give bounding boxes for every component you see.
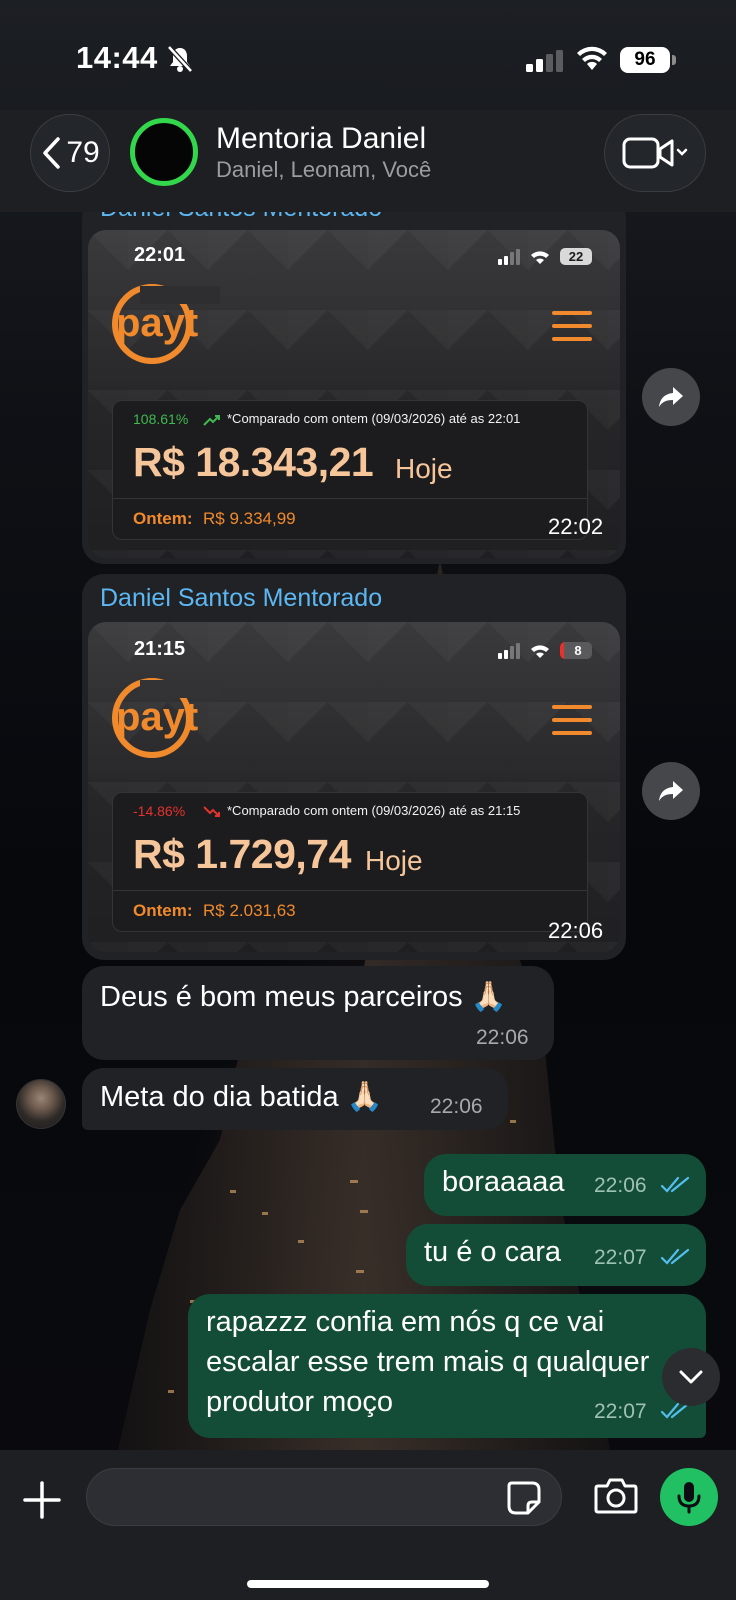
status-time: 14:44 [76,40,158,75]
camera-icon[interactable] [594,1476,638,1516]
screenshot-time: 21:15 [134,638,186,660]
message-text: tu é o cara [424,1236,562,1268]
outgoing-message-bubble[interactable]: tu é o cara 22:07 [406,1224,706,1286]
percent-change: -14.86% [133,803,186,819]
back-button[interactable]: 79 [30,114,110,192]
message-time: 22:06 [430,1095,483,1118]
message-text-line: produtor moço [206,1386,393,1418]
message-time: 22:06 [548,918,604,943]
chevron-left-icon [43,137,61,169]
payt-screenshot-image[interactable]: 21:15 8 payt -14.86% *Comparado com onte… [88,622,620,952]
yesterday-value: R$ 9.334,99 [203,509,296,528]
comparison-note: *Comparado com ontem (09/03/2026) até as… [227,803,521,818]
image-message-bubble[interactable]: Daniel Santos Mentorado 22:01 22 payt 10… [82,194,626,564]
message-input[interactable] [86,1468,562,1526]
message-time: 22:02 [548,514,604,539]
outgoing-message-bubble[interactable]: rapazzz confia em nós q ce vai escalar e… [188,1294,706,1438]
message-time: 22:06 [594,1174,647,1197]
share-arrow-icon [659,781,683,801]
percent-change: 108.61% [133,411,189,427]
sender-name: Daniel Santos Mentorado [100,584,383,612]
message-text-line: escalar esse trem mais q qualquer [206,1346,650,1378]
screenshot-battery: 22 [560,248,592,265]
payt-logo: payt [112,284,220,364]
incoming-message-bubble[interactable]: Meta do dia batida 🙏🏻 22:06 [82,1068,508,1130]
sales-amount: R$ 18.343,21 [133,439,374,485]
screenshot-battery: 8 [560,642,592,659]
read-receipt-icon [660,1248,690,1265]
forward-button[interactable] [642,368,700,426]
sales-amount: R$ 1.729,74 [133,831,351,877]
payt-screenshot-image[interactable]: 22:01 22 payt 108.61% *Comparado com ont… [88,230,620,558]
yesterday-label: Ontem: [133,901,193,920]
chevron-down-icon [679,1370,703,1384]
trend-up-icon [203,415,220,426]
share-arrow-icon [659,387,683,407]
panel-divider [113,498,587,499]
outgoing-message-bubble[interactable]: boraaaaa 22:06 [424,1154,706,1216]
forward-button[interactable] [642,762,700,820]
composer-bar [0,1450,736,1600]
chat-header-content: 79 Mentoria Daniel Daniel, Leonam, Você [0,110,736,212]
sales-panel: 108.61% *Comparado com ontem (09/03/2026… [112,400,588,540]
message-time: 22:07 [594,1246,647,1269]
scroll-to-bottom-button[interactable] [662,1348,720,1406]
message-time: 22:06 [476,1026,529,1049]
payt-logo-text: payt [116,695,198,739]
yesterday-value: R$ 2.031,63 [203,901,296,920]
sender-avatar[interactable] [16,1079,66,1129]
chat-members[interactable]: Daniel, Leonam, Você [216,157,431,183]
sticker-icon[interactable] [506,1480,542,1516]
comparison-note: *Comparado com ontem (09/03/2026) até as… [227,411,521,426]
message-text: boraaaaa [442,1166,565,1198]
payt-logo-text: payt [116,301,198,345]
incoming-message-bubble[interactable]: Deus é bom meus parceiros 🙏🏻 22:06 [82,966,554,1060]
status-bar: 14:44 96 [0,0,736,110]
message-text: Meta do dia batida 🙏🏻 [100,1081,383,1113]
chat-title[interactable]: Mentoria Daniel [216,122,426,156]
message-time: 22:07 [594,1400,647,1423]
plus-icon[interactable] [22,1480,62,1520]
group-avatar[interactable] [130,118,198,186]
hamburger-menu-icon [552,705,592,735]
image-message-bubble[interactable]: Daniel Santos Mentorado 21:15 8 payt -14… [82,574,626,960]
today-label: Hoje [395,453,453,484]
microphone-icon [677,1482,701,1514]
payt-logo: payt [112,678,220,758]
message-text-line: rapazzz confia em nós q ce vai [206,1306,605,1338]
sales-panel: -14.86% *Comparado com ontem (09/03/2026… [112,792,588,932]
screenshot-time: 22:01 [134,244,186,266]
bell-slash-icon [167,45,193,73]
read-receipt-icon [660,1176,690,1193]
panel-divider [113,890,587,891]
microphone-button[interactable] [660,1468,718,1526]
video-camera-icon [622,137,688,169]
battery-indicator: 96 [620,47,670,73]
signal-icon [526,50,563,72]
hamburger-menu-icon [552,311,592,341]
yesterday-label: Ontem: [133,509,193,528]
home-indicator [247,1580,489,1588]
wifi-icon [577,46,607,70]
battery-tip [672,55,676,65]
today-label: Hoje [365,845,423,876]
unread-count: 79 [66,136,100,169]
video-call-button[interactable] [604,114,706,192]
message-text: Deus é bom meus parceiros 🙏🏻 [100,981,507,1013]
trend-down-icon [203,806,220,817]
